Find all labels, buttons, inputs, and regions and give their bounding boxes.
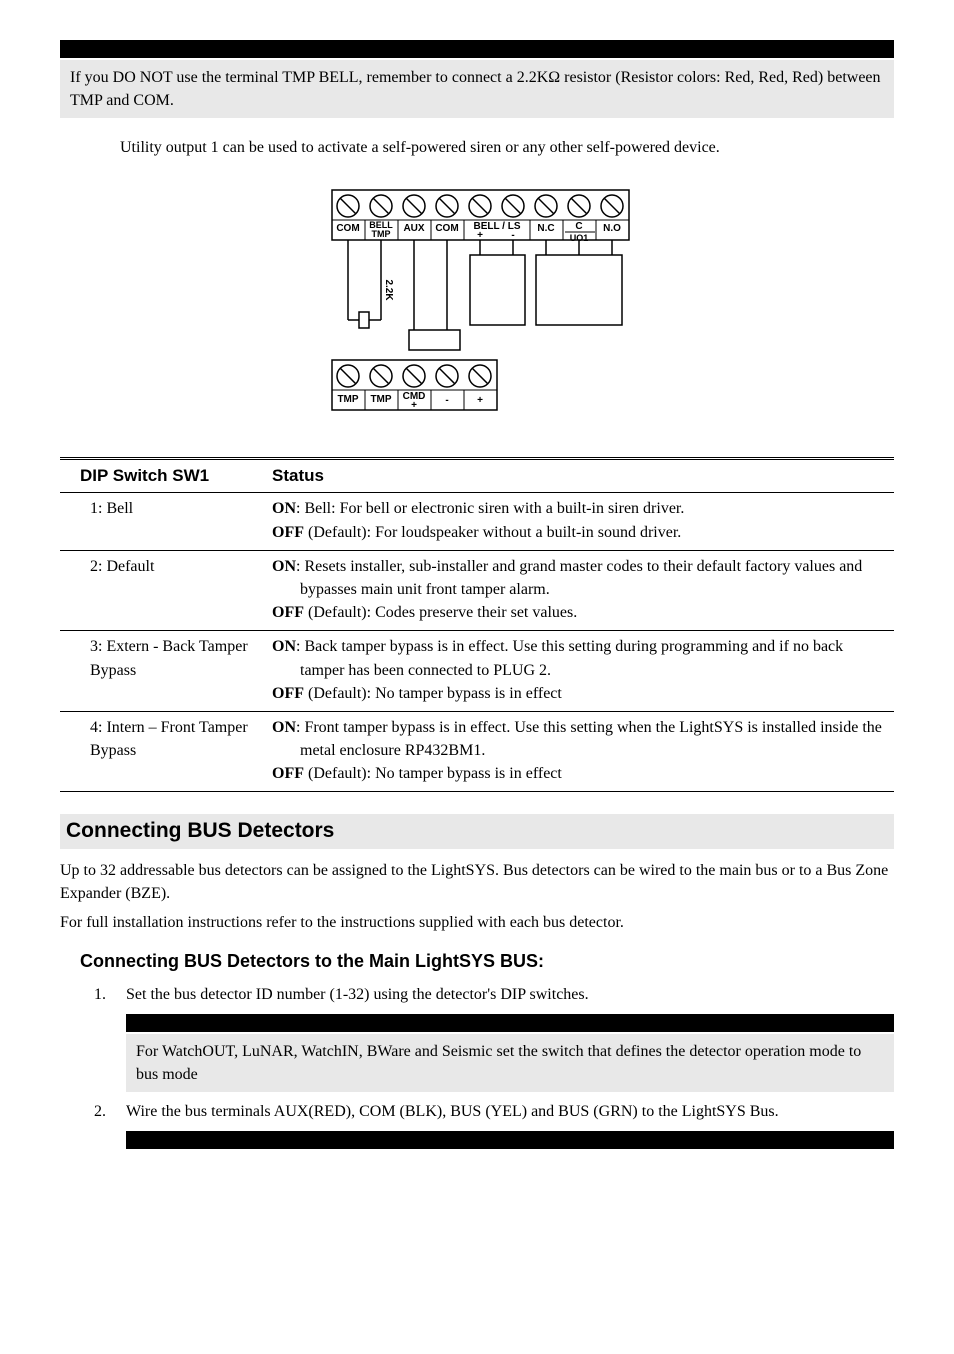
list-item: Wire the bus terminals AUX(RED), COM (BL… <box>110 1100 894 1149</box>
dip-row-label: 4: Intern – Front Tamper Bypass <box>60 711 266 792</box>
note-text: For WatchOUT, LuNAR, WatchIN, BWare and … <box>136 1043 861 1083</box>
svg-text:N.C: N.C <box>537 223 554 234</box>
step-text: Wire the bus terminals AUX(RED), COM (BL… <box>126 1103 779 1120</box>
svg-text:-: - <box>511 230 514 241</box>
svg-text:+: + <box>411 400 417 411</box>
svg-text:TMP: TMP <box>372 229 391 239</box>
note-box-watchout: For WatchOUT, LuNAR, WatchIN, BWare and … <box>126 1034 894 1092</box>
svg-text:+: + <box>477 230 483 241</box>
svg-text:TMP: TMP <box>370 394 391 405</box>
dip-row-status: ON: Back tamper bypass is in effect. Use… <box>266 631 894 712</box>
dip-row-label: 2: Default <box>60 550 266 631</box>
note-text: If you DO NOT use the terminal TMP BELL,… <box>70 69 881 109</box>
table-row: 1: Bell ON: Bell: For bell or electronic… <box>60 493 894 550</box>
svg-text:C: C <box>575 221 582 232</box>
subsection-heading: Connecting BUS Detectors to the Main Lig… <box>80 948 894 974</box>
terminal-diagram: COM BELL TMP AUX COM BELL / LS + - N.C C… <box>60 185 894 422</box>
svg-text:2.2K: 2.2K <box>383 279 394 301</box>
dip-row-label: 3: Extern - Back Tamper Bypass <box>60 631 266 712</box>
utility-output-text: Utility output 1 can be used to activate… <box>120 136 894 159</box>
section-paragraph: Up to 32 addressable bus detectors can b… <box>60 859 894 905</box>
dip-switch-table: DIP Switch SW1 Status 1: Bell ON: Bell: … <box>60 457 894 793</box>
table-row: 2: Default ON: Resets installer, sub-ins… <box>60 550 894 631</box>
svg-text:COM: COM <box>435 223 458 234</box>
step-text: Set the bus detector ID number (1-32) us… <box>126 986 589 1003</box>
step-list: Set the bus detector ID number (1-32) us… <box>110 983 894 1150</box>
svg-text:-: - <box>445 395 448 406</box>
table-header-dip: DIP Switch SW1 <box>60 458 266 493</box>
note-header-bar <box>60 40 894 58</box>
note-box-terminal: If you DO NOT use the terminal TMP BELL,… <box>60 60 894 118</box>
section-paragraph: For full installation instructions refer… <box>60 911 894 934</box>
svg-text:AUX: AUX <box>403 223 424 234</box>
svg-text:N.O: N.O <box>603 223 621 234</box>
dip-row-status: ON: Bell: For bell or electronic siren w… <box>266 493 894 550</box>
table-row: 3: Extern - Back Tamper Bypass ON: Back … <box>60 631 894 712</box>
svg-text:COM: COM <box>336 223 359 234</box>
list-item: Set the bus detector ID number (1-32) us… <box>110 983 894 1093</box>
table-header-status: Status <box>266 458 894 493</box>
dip-row-label: 1: Bell <box>60 493 266 550</box>
dip-row-status: ON: Front tamper bypass is in effect. Us… <box>266 711 894 792</box>
dip-row-status: ON: Resets installer, sub-installer and … <box>266 550 894 631</box>
note-header-bar <box>126 1131 894 1149</box>
svg-text:+: + <box>477 395 483 406</box>
svg-text:TMP: TMP <box>337 394 358 405</box>
note-header-bar <box>126 1014 894 1032</box>
table-row: 4: Intern – Front Tamper Bypass ON: Fron… <box>60 711 894 792</box>
section-heading-connecting-bus: Connecting BUS Detectors <box>60 814 894 848</box>
